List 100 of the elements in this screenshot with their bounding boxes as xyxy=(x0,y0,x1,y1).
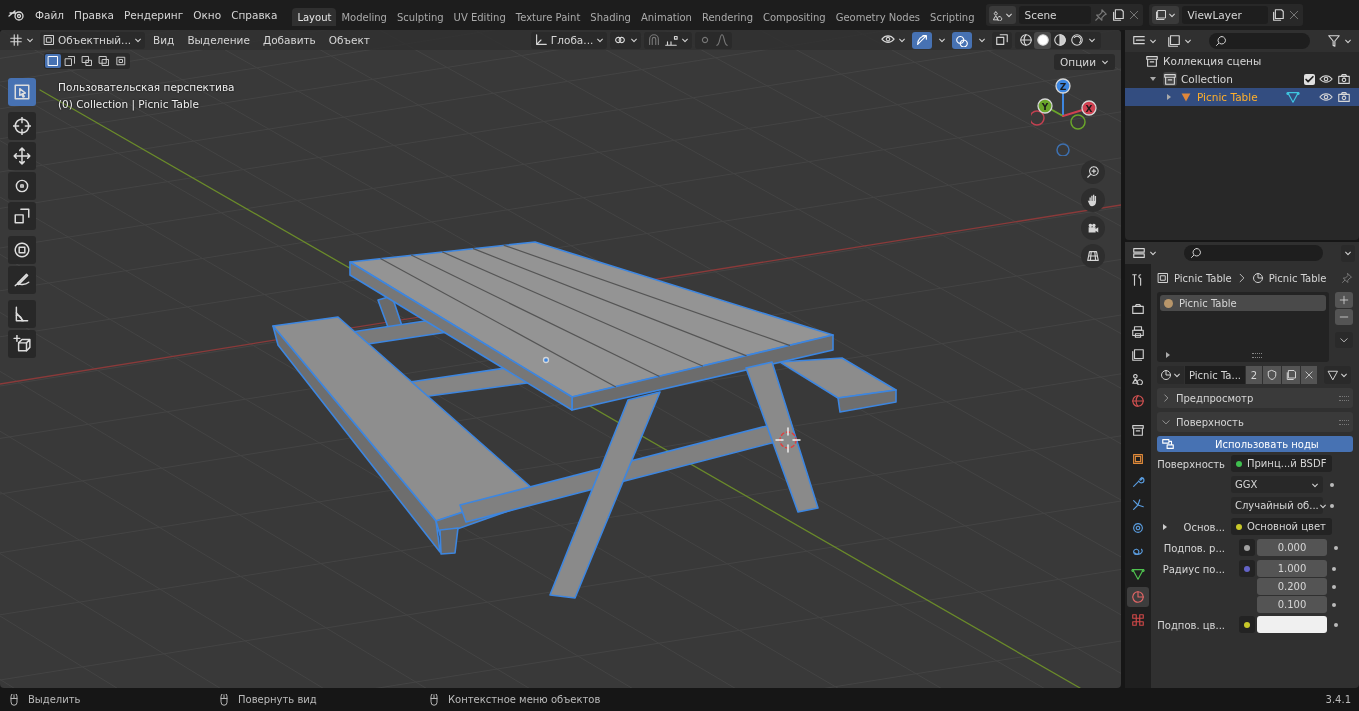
rendered-shading-button[interactable] xyxy=(1068,31,1085,49)
duplicate-button[interactable] xyxy=(1282,366,1300,384)
pan-button[interactable] xyxy=(1081,188,1105,212)
expand-icon[interactable] xyxy=(1161,523,1169,531)
eye-icon[interactable] xyxy=(1319,72,1333,86)
tree-label[interactable]: Коллекция сцены xyxy=(1163,55,1262,67)
link-mode-button[interactable] xyxy=(1324,366,1351,384)
tool-button[interactable] xyxy=(8,236,36,264)
snap-dropdown[interactable] xyxy=(644,31,693,49)
select-mode-button[interactable] xyxy=(96,54,112,68)
options-menu-button[interactable] xyxy=(1341,244,1355,262)
menu-item[interactable]: Окно xyxy=(188,7,227,23)
material-name-field[interactable]: Picnic Ta... xyxy=(1185,366,1245,384)
navigation-gizmo[interactable]: Z Y X xyxy=(1031,74,1101,156)
workspace-tab[interactable]: Rendering xyxy=(696,8,758,26)
camera-icon[interactable] xyxy=(1337,90,1351,104)
material-tab[interactable] xyxy=(1127,587,1149,607)
select-mode-button[interactable] xyxy=(62,54,78,68)
socket-button[interactable] xyxy=(1239,616,1255,633)
orientation-dropdown[interactable]: Глоба... xyxy=(530,31,608,49)
tool-button[interactable] xyxy=(8,330,36,358)
material-slot-list[interactable]: Picnic Table xyxy=(1157,292,1329,362)
close-icon[interactable] xyxy=(1287,9,1300,21)
user-count[interactable]: 2 xyxy=(1246,366,1262,384)
camera-icon[interactable] xyxy=(1337,72,1351,86)
number-field[interactable]: 0.100 xyxy=(1257,596,1327,613)
remove-slot-button[interactable] xyxy=(1335,309,1353,325)
tool-button[interactable] xyxy=(8,142,36,170)
picnic-table-drawing[interactable] xyxy=(272,241,897,599)
number-field[interactable]: 1.000 xyxy=(1257,560,1327,577)
keyframe-dot[interactable] xyxy=(1330,483,1334,487)
mesh-data-icon[interactable] xyxy=(1285,90,1300,104)
checkbox[interactable] xyxy=(1304,73,1315,85)
keyframe-dot[interactable] xyxy=(1330,504,1334,508)
disclosure-triangle[interactable] xyxy=(1149,75,1159,83)
unlink-button[interactable] xyxy=(1301,366,1317,384)
view-layer-field[interactable]: ViewLayer xyxy=(1181,6,1268,24)
duplicate-icon[interactable] xyxy=(1110,8,1125,22)
socket-link-field[interactable]: Принц...й BSDF xyxy=(1231,455,1332,472)
workspace-tab[interactable]: Animation xyxy=(635,8,697,26)
ortho-grid-button[interactable] xyxy=(1081,244,1105,268)
overlay-toggle[interactable] xyxy=(952,31,972,49)
search-field[interactable] xyxy=(1184,245,1323,261)
proportional-edit-button[interactable] xyxy=(695,31,733,49)
tool-button[interactable] xyxy=(8,172,36,200)
expand-icon[interactable] xyxy=(1164,351,1172,359)
tool-button[interactable] xyxy=(8,300,36,328)
use-nodes-button[interactable]: Использовать ноды xyxy=(1157,436,1353,452)
keyframe-dot[interactable] xyxy=(1332,567,1336,571)
tree-row[interactable]: Collection xyxy=(1125,70,1359,88)
material-shading-button[interactable] xyxy=(1051,31,1068,49)
fake-user-button[interactable] xyxy=(1263,366,1281,384)
solid-shading-button[interactable] xyxy=(1034,31,1051,49)
search-field[interactable] xyxy=(1209,33,1310,49)
menu-item[interactable]: Объект xyxy=(323,32,375,48)
duplicate-icon[interactable] xyxy=(1270,8,1285,22)
number-field[interactable]: 0.200 xyxy=(1257,578,1327,595)
workspace-tab[interactable]: Layout xyxy=(292,8,337,26)
color-swatch[interactable] xyxy=(1257,616,1327,633)
menu-item[interactable]: Выделение xyxy=(182,32,255,48)
panel-header[interactable]: Поверхность xyxy=(1157,412,1353,432)
keyframe-dot[interactable] xyxy=(1332,585,1336,589)
slot-menu-button[interactable] xyxy=(1335,332,1353,348)
tool-button[interactable] xyxy=(8,112,36,140)
wireframe-shading-button[interactable] xyxy=(1017,31,1034,49)
view-layer-menu-button[interactable] xyxy=(1151,6,1179,24)
add-slot-button[interactable] xyxy=(1335,292,1353,308)
workspace-tab[interactable]: Modeling xyxy=(336,8,392,26)
tool-button[interactable] xyxy=(8,202,36,230)
mode-dropdown[interactable]: Объектный... xyxy=(40,31,146,49)
workspace-tab[interactable]: Texture Paint xyxy=(510,8,586,26)
pivot-dropdown[interactable] xyxy=(610,31,642,49)
drag-handle[interactable] xyxy=(1339,419,1349,425)
tree-label[interactable]: Collection xyxy=(1181,73,1300,85)
workspace-tab[interactable]: UV Editing xyxy=(448,8,511,26)
select-mode-button[interactable] xyxy=(45,54,61,68)
pin-icon[interactable] xyxy=(1093,8,1108,22)
menu-item[interactable]: Вид xyxy=(148,32,180,48)
keyframe-dot[interactable] xyxy=(1334,546,1338,550)
scene-field[interactable]: Scene xyxy=(1018,6,1091,24)
resize-grip[interactable] xyxy=(1252,352,1262,358)
tree-row[interactable]: Picnic Table xyxy=(1125,88,1359,106)
camera-view-button[interactable] xyxy=(1081,216,1105,240)
panel-header[interactable]: Предпросмотр xyxy=(1157,388,1353,408)
material-browse-button[interactable] xyxy=(1157,366,1184,384)
socket-button[interactable] xyxy=(1239,539,1255,556)
workspace-tab[interactable]: Shading xyxy=(585,8,636,26)
close-icon[interactable] xyxy=(1127,9,1140,21)
3d-cursor-icon[interactable] xyxy=(775,427,801,453)
eye-icon[interactable] xyxy=(1319,90,1333,104)
scene-menu-button[interactable] xyxy=(988,6,1016,24)
pin-icon[interactable] xyxy=(1341,272,1353,284)
keyframe-dot[interactable] xyxy=(1332,603,1336,607)
workspace-tab[interactable]: Sculpting xyxy=(391,8,449,26)
options-dropdown[interactable]: Опции xyxy=(1054,54,1115,70)
tool-button[interactable] xyxy=(8,266,36,294)
menu-item[interactable]: Файл xyxy=(30,7,69,23)
select-mode-button[interactable] xyxy=(79,54,95,68)
menu-item[interactable]: Правка xyxy=(69,7,119,23)
dropdown[interactable]: GGX xyxy=(1231,476,1323,493)
